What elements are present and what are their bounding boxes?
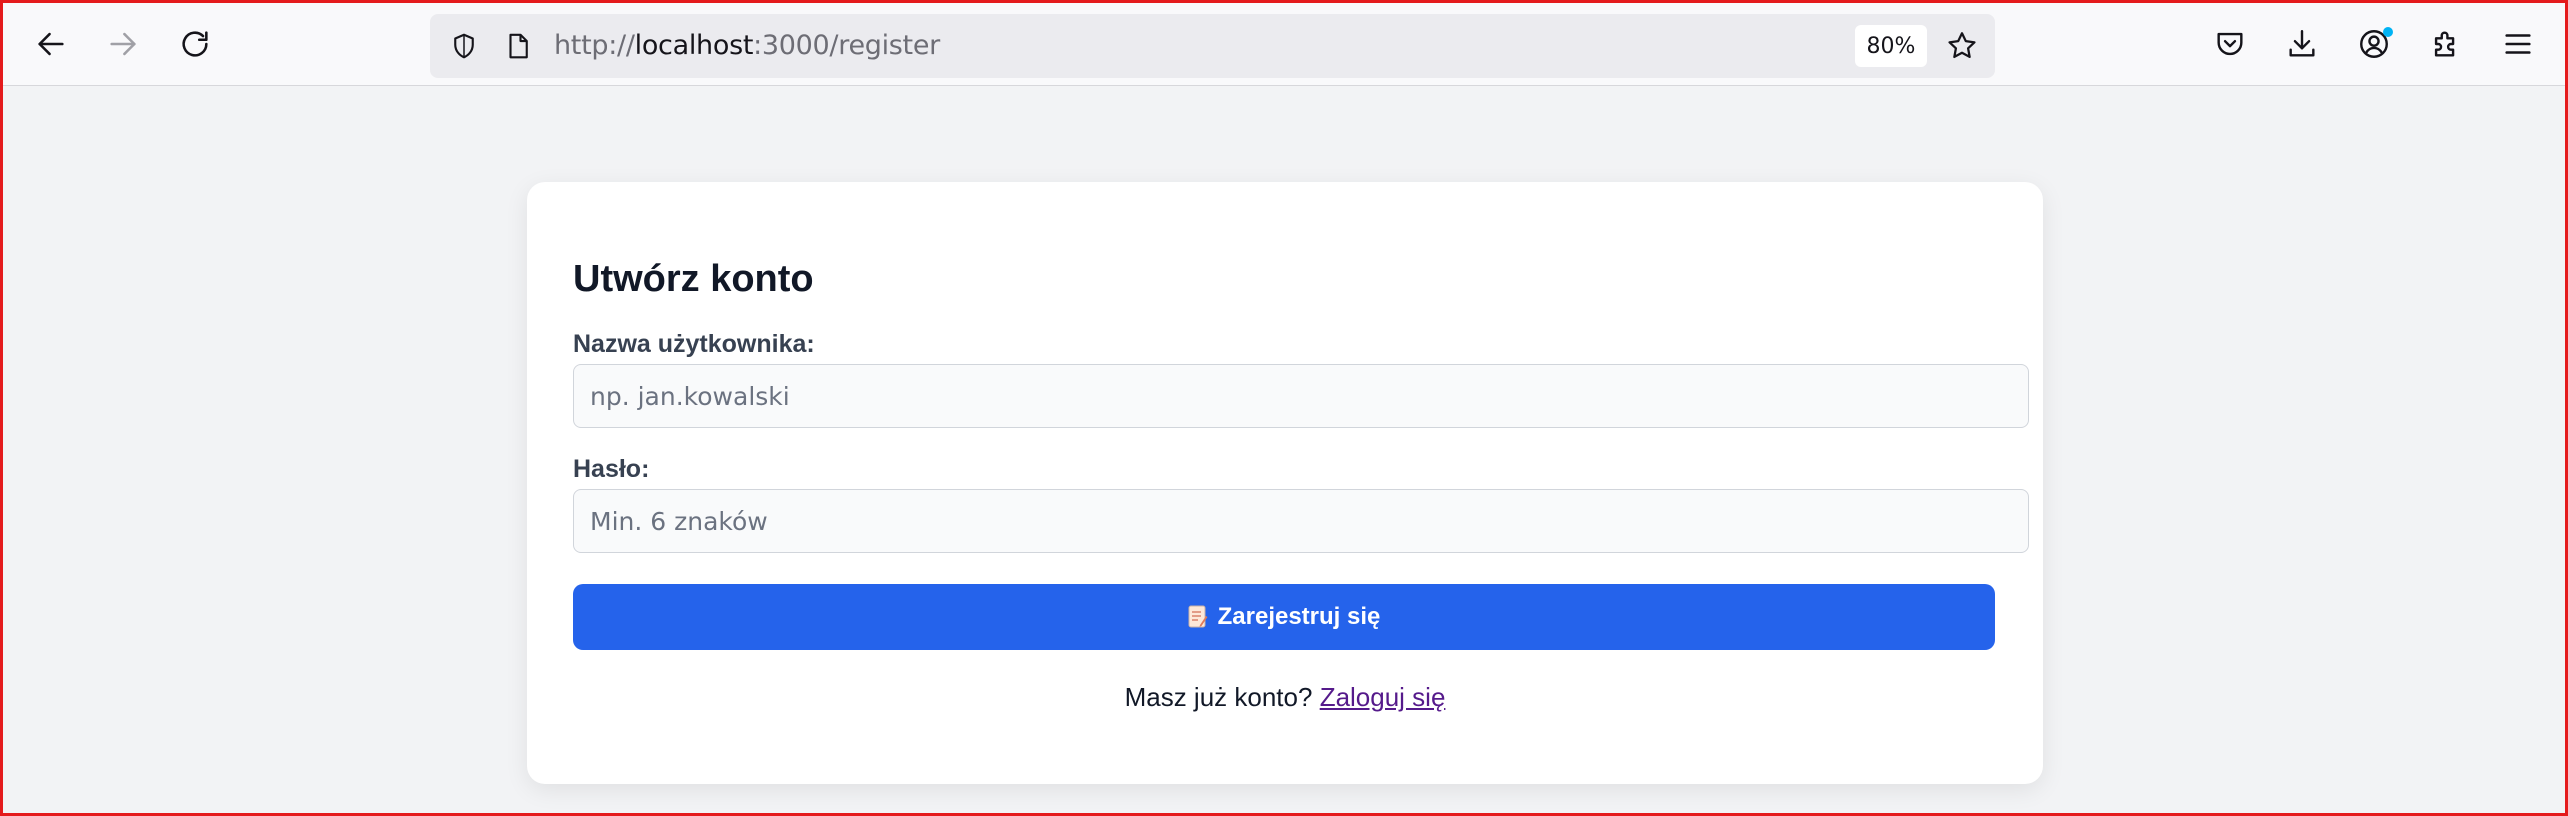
account-button[interactable] bbox=[2351, 21, 2397, 67]
reload-icon bbox=[182, 31, 208, 57]
bookmark-star-button[interactable] bbox=[1941, 25, 1983, 67]
url-path: :3000/register bbox=[753, 30, 940, 61]
notification-dot bbox=[2383, 27, 2393, 37]
back-button[interactable] bbox=[28, 21, 74, 67]
reload-button[interactable] bbox=[172, 21, 218, 67]
shield-icon[interactable] bbox=[446, 28, 482, 64]
extensions-icon bbox=[2434, 31, 2455, 57]
register-button[interactable]: Zarejestruj się bbox=[573, 584, 1995, 650]
username-input[interactable] bbox=[573, 364, 2029, 428]
bookmark-star-icon bbox=[1948, 32, 1976, 59]
forward-icon bbox=[110, 32, 136, 56]
memo-icon bbox=[1188, 605, 1208, 629]
login-prompt-text: Masz już konto? bbox=[1124, 682, 1313, 712]
register-card: Utwórz konto Nazwa użytkownika: Hasło: Z… bbox=[527, 182, 2043, 784]
url-bar[interactable]: http://localhost:3000/register 80% bbox=[430, 14, 1995, 78]
page-title: Utwórz konto bbox=[573, 258, 814, 300]
url-host: localhost bbox=[634, 30, 754, 61]
url-text[interactable]: http://localhost:3000/register bbox=[554, 30, 940, 61]
download-icon bbox=[2289, 30, 2315, 57]
register-button-label: Zarejestruj się bbox=[1217, 603, 1381, 630]
app-menu-button[interactable] bbox=[2495, 21, 2541, 67]
browser-toolbar: http://localhost:3000/register 80% bbox=[0, 0, 2568, 86]
forward-button[interactable] bbox=[100, 21, 146, 67]
url-scheme: http:// bbox=[554, 30, 635, 61]
page-icon[interactable] bbox=[500, 28, 536, 64]
pocket-icon bbox=[2217, 32, 2243, 56]
password-label: Hasło: bbox=[573, 455, 650, 483]
login-link[interactable]: Zaloguj się bbox=[1320, 682, 1446, 712]
login-prompt-line: Masz już konto? Zaloguj się bbox=[527, 682, 2043, 713]
downloads-button[interactable] bbox=[2279, 21, 2325, 67]
extensions-button[interactable] bbox=[2423, 21, 2469, 67]
back-icon bbox=[38, 32, 64, 56]
menu-icon bbox=[2505, 34, 2531, 54]
password-input[interactable] bbox=[573, 489, 2029, 553]
pocket-button[interactable] bbox=[2207, 21, 2253, 67]
zoom-level-badge[interactable]: 80% bbox=[1855, 25, 1927, 67]
username-label: Nazwa użytkownika: bbox=[573, 330, 815, 358]
